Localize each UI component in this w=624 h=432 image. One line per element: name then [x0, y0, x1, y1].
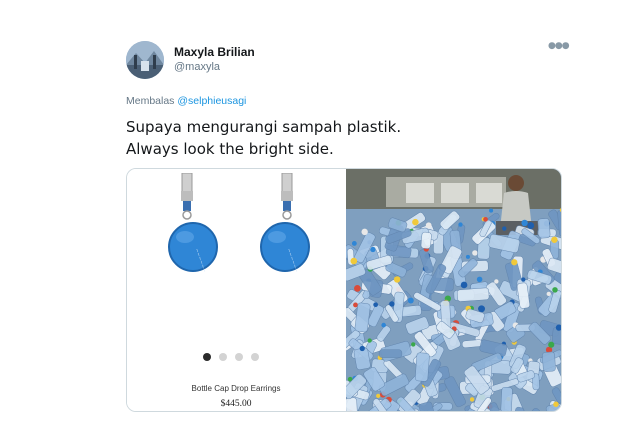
carousel-dots: [203, 346, 267, 365]
tweet: Maxyla Brilian @maxyla ●●● Membalas @sel…: [0, 0, 624, 432]
avatar[interactable]: [126, 41, 164, 79]
more-options-icon[interactable]: ●●●: [548, 41, 570, 51]
product-name: Bottle Cap Drop Earrings: [191, 384, 281, 393]
earring-icon: ~~~~~~: [260, 173, 310, 273]
carousel-dot[interactable]: [235, 353, 243, 361]
product-price: $445.00: [220, 399, 252, 409]
replying-mention-link[interactable]: @selphieusagi: [177, 95, 246, 107]
plastic-bottles-photo[interactable]: [346, 169, 561, 411]
replying-prefix: Membalas: [126, 95, 175, 107]
tweet-text: Supaya mengurangi sampah plastik. Always…: [126, 118, 402, 158]
author-name[interactable]: Maxyla Brilian: [174, 45, 255, 59]
author-handle: @maxyla: [174, 61, 221, 73]
tweet-media: ~~~~~~ ~~~~~~ Bottle Cap Drop Earrings $…: [126, 168, 562, 412]
earring-icon: ~~~~~~: [168, 173, 218, 273]
avatar-image: [126, 41, 164, 79]
replying-to: Membalas @selphieusagi: [126, 95, 246, 107]
product-image[interactable]: ~~~~~~ ~~~~~~ Bottle Cap Drop Earrings $…: [127, 169, 345, 411]
carousel-dot[interactable]: [219, 353, 227, 361]
bottles-image: [346, 169, 561, 411]
carousel-dot[interactable]: [251, 353, 259, 361]
carousel-dot[interactable]: [203, 353, 211, 361]
